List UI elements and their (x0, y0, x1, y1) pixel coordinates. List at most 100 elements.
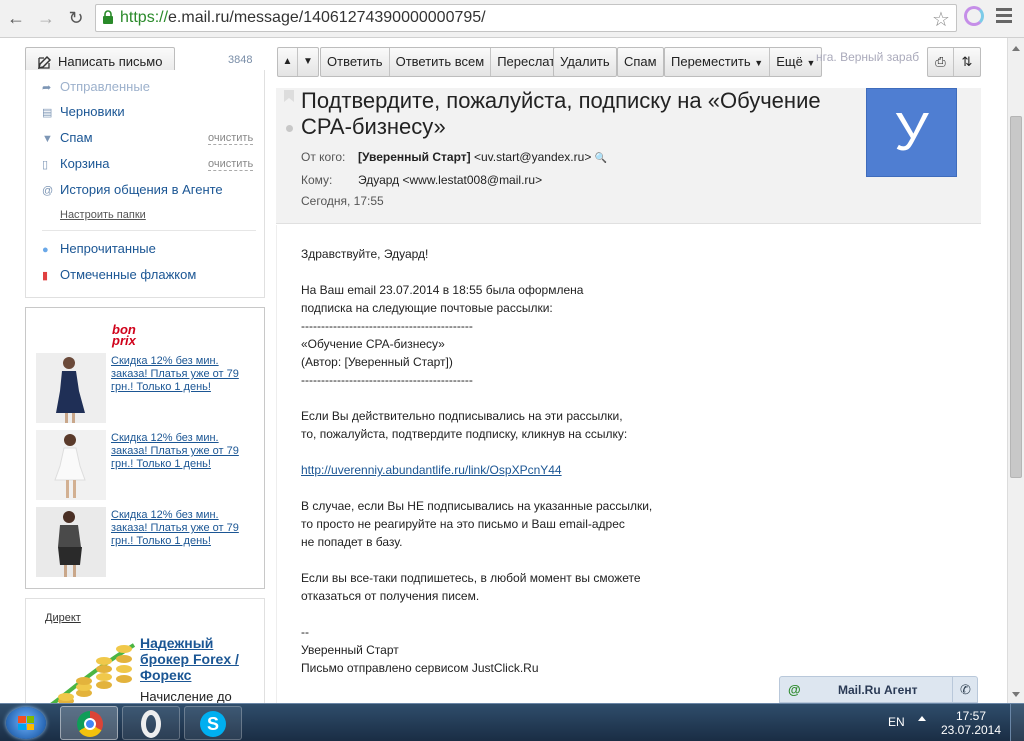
direct-label[interactable]: Директ (45, 612, 81, 624)
url-path: e.mail.ru/message/14061274390000000795/ (168, 9, 486, 26)
body-text: то просто не реагируйте на это письмо и … (301, 517, 625, 531)
body-text: подписка на следующие почтовые рассылки: (301, 301, 553, 315)
flag-icon: ▮ (42, 270, 49, 282)
thumbs-down-icon: ▼ (42, 133, 53, 145)
page-scrollbar[interactable] (1007, 38, 1024, 703)
sidebar-item-sent[interactable]: ➦ Отправленные (42, 79, 150, 94)
unread-dot-icon: ● (42, 244, 49, 256)
back-arrow-icon[interactable]: ← (4, 6, 28, 30)
body-text: В случае, если Вы НЕ подписывались на ук… (301, 499, 653, 513)
draft-icon: ▤ (42, 107, 53, 119)
bookmark-star-icon[interactable]: ☆ (932, 7, 950, 32)
at-icon: @ (42, 185, 54, 197)
language-indicator[interactable]: EN (888, 715, 905, 729)
sidebar-item-label: Отправленные (60, 79, 150, 94)
tray-expand-icon[interactable] (918, 716, 926, 721)
ad-link[interactable]: Скидка 12% без мин. заказа! Платья уже о… (111, 432, 251, 471)
sidebar-item-label: Черновики (60, 104, 125, 119)
bonprix-logo: bon prix (112, 323, 136, 347)
move-button[interactable]: Переместить ▼ (665, 48, 771, 76)
body-text: (Автор: [Уверенный Старт]) (301, 355, 453, 369)
flag-toggle-icon[interactable] (284, 90, 294, 102)
move-label: Переместить (671, 54, 751, 69)
browser-toolbar: ← → ↻ https://e.mail.ru/message/14061274… (0, 0, 1024, 38)
scroll-up-icon[interactable] (1012, 46, 1020, 51)
clear-trash-link[interactable]: очистить (208, 158, 254, 171)
compact-view-icon[interactable]: ⇅ (954, 48, 980, 76)
agent-at-icon: @ (788, 682, 801, 697)
ad-link[interactable]: Скидка 12% без мин. заказа! Платья уже о… (111, 509, 251, 548)
chrome-icon (77, 711, 103, 737)
pen-icon (38, 55, 52, 69)
forex-ad-link[interactable]: Надежный брокер Forex / Форекс (140, 635, 260, 683)
body-separator: ----------------------------------------… (301, 319, 473, 333)
phone-icon[interactable]: ✆ (952, 677, 978, 703)
delete-group: Удалить (553, 47, 617, 77)
body-text: На Ваш email 23.07.2014 в 18:55 была офо… (301, 283, 584, 297)
from-value: [Уверенный Старт] <uv.start@yandex.ru> 🔍 (358, 150, 607, 164)
sent-icon: ➦ (42, 82, 52, 94)
dress-image[interactable] (36, 430, 106, 500)
start-button[interactable] (6, 707, 46, 739)
browser-menu-icon[interactable] (996, 8, 1012, 26)
ad-link[interactable]: Скидка 12% без мин. заказа! Платья уже о… (111, 355, 251, 394)
spam-button[interactable]: Спам (618, 48, 663, 76)
more-button[interactable]: Ещё ▼ (770, 48, 821, 76)
reply-group: Ответить Ответить всем Переслать (320, 47, 569, 77)
sidebar-item-label: Спам (60, 130, 93, 145)
sidebar-item-flagged[interactable]: ▮ Отмеченные флажком (42, 267, 196, 282)
clear-spam-link[interactable]: очистить (208, 132, 254, 145)
sidebar-item-label: Отмеченные флажком (60, 267, 197, 282)
print-icon[interactable]: ⎙ (928, 48, 954, 76)
to-value[interactable]: Эдуард <www.lestat008@mail.ru> (358, 173, 542, 187)
scroll-thumb[interactable] (1010, 116, 1022, 478)
sidebar-item-agent-history[interactable]: @ История общения в Агенте (42, 182, 223, 197)
reload-icon[interactable]: ↻ (64, 6, 88, 30)
url-scheme: https:// (120, 9, 169, 26)
windows-taskbar: S EN 17:57 23.07.2014 (0, 703, 1024, 741)
mailru-agent-bar[interactable]: @ Mail.Ru Агент ✆ (779, 676, 978, 703)
taskbar-skype[interactable]: S (184, 706, 242, 740)
coins-image (46, 643, 136, 709)
show-desktop-button[interactable] (1010, 704, 1024, 741)
forex-ad-text: Начисление до (140, 689, 232, 704)
next-message-down-icon[interactable]: ▼ (298, 48, 318, 76)
sidebar-item-trash[interactable]: ▯ Корзина (42, 156, 110, 171)
sidebar-item-label: Непрочитанные (60, 241, 156, 256)
signature-service: Письмо отправлено сервисом JustClick.Ru (301, 661, 539, 675)
extension-icon[interactable] (964, 6, 984, 26)
setup-folders-link[interactable]: Настроить папки (60, 209, 146, 221)
delete-button[interactable]: Удалить (554, 48, 616, 76)
message-header: Подтвердите, пожалуйста, подписку на «Об… (276, 88, 981, 224)
more-label: Ещё (776, 54, 803, 69)
taskbar-opera[interactable] (122, 706, 180, 740)
dress-image[interactable] (36, 353, 106, 423)
from-label: От кого: (301, 150, 346, 164)
clock-time: 17:57 (955, 709, 987, 723)
search-icon[interactable]: 🔍 (595, 153, 607, 164)
scroll-down-icon[interactable] (1012, 692, 1020, 697)
read-status-icon[interactable] (286, 125, 293, 132)
clock[interactable]: 17:57 23.07.2014 (940, 709, 1002, 737)
sidebar-item-unread[interactable]: ● Непрочитанные (42, 241, 156, 256)
message-body: Здравствуйте, Эдуард! На Ваш email 23.07… (276, 225, 981, 703)
sidebar-item-drafts[interactable]: ▤ Черновики (42, 104, 125, 119)
sender-email[interactable]: <uv.start@yandex.ru> (474, 150, 591, 164)
body-text: Если Вы действительно подписывались на э… (301, 409, 623, 423)
forward-arrow-icon[interactable]: → (34, 6, 58, 30)
address-bar[interactable]: https://e.mail.ru/message/14061274390000… (95, 4, 957, 32)
confirm-link[interactable]: http://uverenniy.abundantlife.ru/link/Os… (301, 463, 562, 477)
dress-image[interactable] (36, 507, 106, 577)
prev-message-up-icon[interactable]: ▲ (278, 48, 298, 76)
print-group: ⎙ ⇅ (927, 47, 981, 77)
reply-all-button[interactable]: Ответить всем (390, 48, 492, 76)
sidebar-item-spam[interactable]: ▼ Спам (42, 130, 93, 145)
sender-name[interactable]: [Уверенный Старт] (358, 150, 471, 164)
spam-group: Спам (617, 47, 664, 77)
agent-label: Mail.Ru Агент (838, 683, 918, 697)
taskbar-chrome[interactable] (60, 706, 118, 740)
reply-button[interactable]: Ответить (321, 48, 390, 76)
faded-ad-text: нга. Верный зараб (816, 50, 920, 64)
message-subject: Подтвердите, пожалуйста, подписку на «Об… (301, 88, 821, 139)
sidebar-divider (42, 230, 256, 231)
